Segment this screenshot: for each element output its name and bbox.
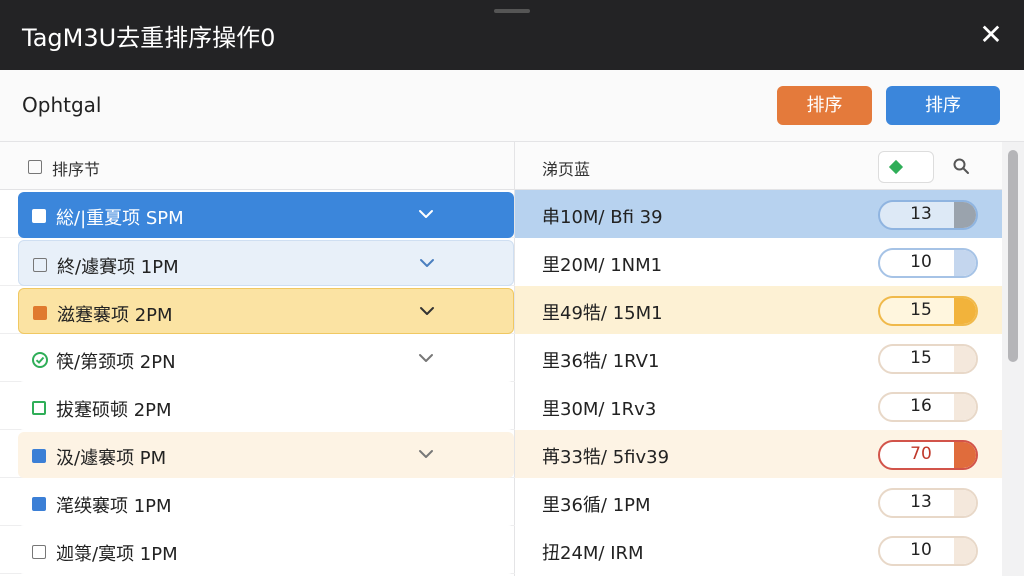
- row-name-cell[interactable]: 迦箓/寞项 1PM: [18, 528, 514, 574]
- count-value: 13: [910, 492, 932, 512]
- row-detail-text: 里49牿/ 15M1: [542, 303, 663, 324]
- search-icon[interactable]: [952, 157, 970, 175]
- table-row[interactable]: 拔蹇硕顿 2PM 里30M/ 1Rv3 16: [0, 382, 1002, 430]
- sort-table: 排序节 涕页蓝 総/|重夏项 SPM 串10M/ Bfi 39 13 終/遽賽项 1P…: [0, 142, 1002, 576]
- count-value: 10: [910, 252, 932, 272]
- count-value: 70: [910, 444, 932, 464]
- row-checkbox[interactable]: [32, 449, 46, 463]
- row-detail-text: 里36牿/ 1RV1: [542, 351, 660, 372]
- row-checkbox[interactable]: [33, 306, 47, 320]
- row-detail-text: 串10M/ Bfi 39: [542, 207, 663, 228]
- row-label: 滗绬褰项 1PM: [56, 496, 172, 517]
- row-label: 迦箓/寞项 1PM: [56, 544, 178, 565]
- title-bar: TagM3U去重排序操作0 ✕: [0, 0, 1024, 70]
- header-col1: 排序节: [52, 160, 101, 179]
- count-pill[interactable]: 15: [878, 296, 978, 326]
- row-name-cell[interactable]: 滋蹇褰项 2PM: [18, 288, 514, 334]
- close-icon[interactable]: ✕: [974, 18, 1008, 52]
- row-detail-cell: 里30M/ 1Rv3 16: [515, 382, 1002, 430]
- row-detail-cell: 里36牿/ 1RV1 15: [515, 334, 1002, 382]
- filter-button[interactable]: [878, 151, 934, 183]
- count-value: 16: [910, 396, 932, 416]
- chevron-down-icon[interactable]: [417, 253, 437, 273]
- count-value: 13: [910, 204, 932, 224]
- scrollbar-thumb[interactable]: [1008, 150, 1018, 362]
- chevron-down-icon[interactable]: [416, 348, 436, 368]
- row-label: 拔蹇硕顿 2PM: [56, 400, 172, 421]
- table-row[interactable]: 総/|重夏项 SPM 串10M/ Bfi 39 13: [0, 190, 1002, 238]
- row-name-cell[interactable]: 拔蹇硕顿 2PM: [18, 384, 514, 430]
- row-label: 終/遽賽项 1PM: [57, 257, 179, 278]
- window-grabber[interactable]: [494, 9, 530, 13]
- filter-diamond-icon: [888, 159, 904, 175]
- count-pill[interactable]: 13: [878, 488, 978, 518]
- row-label: 筷/第颈项 2PN: [56, 352, 176, 373]
- row-label: 滋蹇褰项 2PM: [57, 305, 173, 326]
- check-circle-icon[interactable]: [32, 352, 48, 368]
- window-title: TagM3U去重排序操作0: [22, 24, 276, 52]
- row-detail-cell: 扭24M/ IRM 10: [515, 526, 1002, 574]
- count-pill[interactable]: 10: [878, 248, 978, 278]
- count-pill[interactable]: 10: [878, 536, 978, 566]
- table-row[interactable]: 滋蹇褰项 2PM 里49牿/ 15M1 15: [0, 286, 1002, 334]
- table-row[interactable]: 滗绬褰项 1PM 里36循/ 1PM 13: [0, 478, 1002, 526]
- count-value: 15: [910, 348, 932, 368]
- table-row[interactable]: 迦箓/寞项 1PM 扭24M/ IRM 10: [0, 526, 1002, 574]
- row-detail-cell: 苒33牿/ 5fiv39 70: [515, 430, 1002, 478]
- row-label: 総/|重夏项 SPM: [56, 208, 184, 229]
- row-detail-text: 里20M/ 1NM1: [542, 255, 663, 276]
- select-all-checkbox[interactable]: [28, 160, 42, 174]
- option-label: Ophtgal: [22, 93, 102, 117]
- count-pill[interactable]: 15: [878, 344, 978, 374]
- row-detail-text: 苒33牿/ 5fiv39: [542, 447, 670, 468]
- chevron-down-icon[interactable]: [416, 204, 436, 224]
- row-name-cell[interactable]: 汲/遽褰项 PM: [18, 432, 514, 478]
- row-checkbox[interactable]: [33, 258, 47, 272]
- row-checkbox[interactable]: [32, 209, 46, 223]
- row-detail-text: 里30M/ 1Rv3: [542, 399, 657, 420]
- table-header: 排序节 涕页蓝: [0, 142, 1002, 190]
- row-name-cell[interactable]: 終/遽賽项 1PM: [18, 240, 514, 286]
- count-pill[interactable]: 70: [878, 440, 978, 470]
- sort-button-orange[interactable]: 排序: [777, 86, 872, 125]
- chevron-down-icon[interactable]: [416, 444, 436, 464]
- header-col2: 涕页蓝: [542, 160, 591, 179]
- row-checkbox[interactable]: [32, 401, 46, 415]
- row-name-cell[interactable]: 筷/第颈项 2PN: [18, 336, 514, 382]
- dedupe-sort-dialog: TagM3U去重排序操作0 ✕ Ophtgal 排序 排序 排序节 涕页蓝 総/…: [0, 0, 1024, 576]
- count-value: 15: [910, 300, 932, 320]
- row-detail-cell: 里36循/ 1PM 13: [515, 478, 1002, 526]
- row-detail-cell: 里49牿/ 15M1 15: [515, 286, 1002, 334]
- table-row[interactable]: 終/遽賽项 1PM 里20M/ 1NM1 10: [0, 238, 1002, 286]
- row-name-cell[interactable]: 滗绬褰项 1PM: [18, 480, 514, 526]
- row-detail-cell: 里20M/ 1NM1 10: [515, 238, 1002, 286]
- row-label: 汲/遽褰项 PM: [56, 448, 167, 469]
- row-detail-cell: 串10M/ Bfi 39 13: [515, 190, 1002, 238]
- table-row[interactable]: 筷/第颈项 2PN 里36牿/ 1RV1 15: [0, 334, 1002, 382]
- chevron-down-icon[interactable]: [417, 301, 437, 321]
- table-row[interactable]: 汲/遽褰项 PM 苒33牿/ 5fiv39 70: [0, 430, 1002, 478]
- sort-button-blue[interactable]: 排序: [886, 86, 1000, 125]
- count-value: 10: [910, 540, 932, 560]
- row-name-cell[interactable]: 総/|重夏项 SPM: [18, 192, 514, 238]
- row-detail-text: 里36循/ 1PM: [542, 495, 651, 516]
- count-pill[interactable]: 16: [878, 392, 978, 422]
- toolbar: Ophtgal 排序 排序: [0, 70, 1024, 142]
- count-pill[interactable]: 13: [878, 200, 978, 230]
- row-detail-text: 扭24M/ IRM: [542, 543, 644, 564]
- row-checkbox[interactable]: [32, 497, 46, 511]
- row-checkbox[interactable]: [32, 545, 46, 559]
- scrollbar[interactable]: [1002, 142, 1024, 576]
